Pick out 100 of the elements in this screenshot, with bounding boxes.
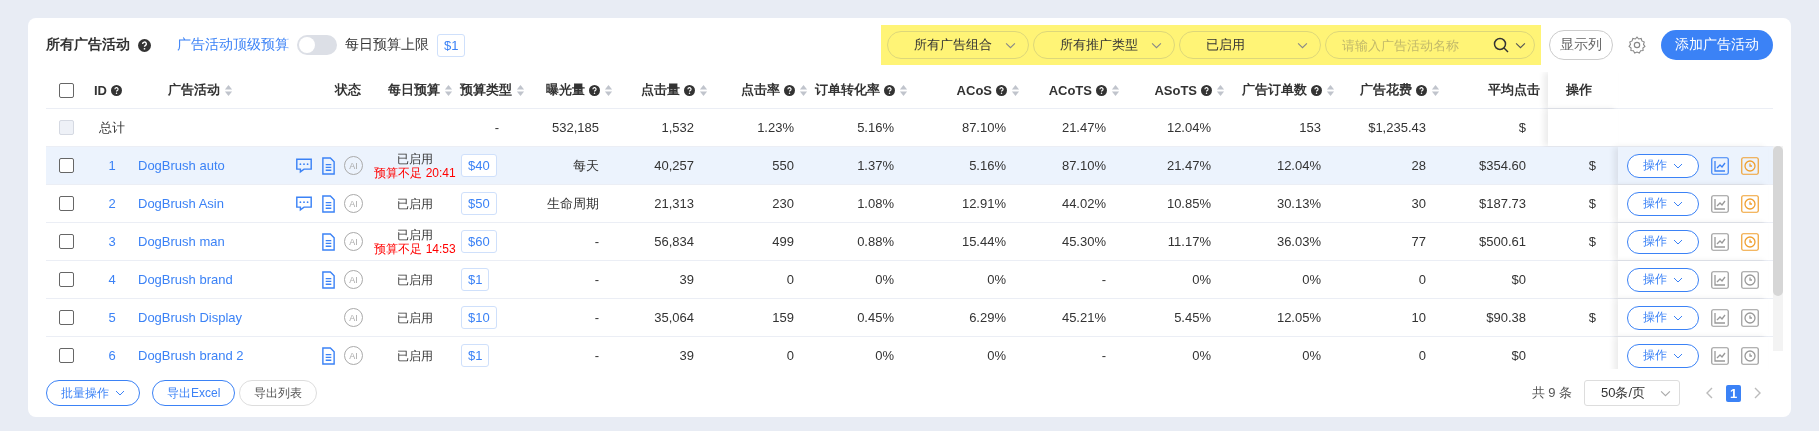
campaign-link[interactable]: DogBrush Asin xyxy=(138,196,224,211)
document-icon[interactable] xyxy=(321,346,336,365)
column-header[interactable]: 每日预算 xyxy=(388,81,453,99)
clock-icon[interactable] xyxy=(1741,308,1759,327)
table-cell: 153 xyxy=(1299,120,1321,135)
column-header[interactable]: 广告花费 xyxy=(1360,81,1440,99)
help-icon xyxy=(784,84,795,96)
campaign-link[interactable]: DogBrush brand xyxy=(138,272,233,287)
table-cell: - xyxy=(594,310,599,325)
budget-value[interactable]: $1 xyxy=(461,268,490,291)
clock-icon[interactable] xyxy=(1741,194,1759,213)
checkbox[interactable] xyxy=(58,82,74,98)
checkbox[interactable] xyxy=(58,272,74,287)
checkbox[interactable] xyxy=(58,348,74,363)
column-header[interactable]: ACoTS xyxy=(1048,82,1120,98)
column-header[interactable]: 广告活动 xyxy=(167,81,233,99)
chat-icon[interactable] xyxy=(295,157,313,174)
document-icon[interactable] xyxy=(321,194,336,213)
campaign-link[interactable]: DogBrush man xyxy=(138,234,225,249)
actions-dropdown[interactable]: 操作 xyxy=(1627,267,1699,292)
help-icon xyxy=(1096,84,1107,96)
line-chart-icon[interactable] xyxy=(1711,346,1729,365)
document-icon[interactable] xyxy=(321,156,336,175)
table-cell: 21.47% xyxy=(1061,120,1106,135)
budget-value[interactable]: $1 xyxy=(461,344,490,367)
help-icon xyxy=(111,84,122,96)
table-cell: 45.21% xyxy=(1061,310,1106,325)
status-text: 已启用 xyxy=(397,348,433,363)
export-excel-button[interactable]: 导出Excel xyxy=(152,380,236,406)
sort-icon xyxy=(899,83,908,97)
column-header[interactable]: ID xyxy=(94,82,122,98)
document-icon[interactable] xyxy=(321,270,336,289)
top-budget-link[interactable]: 广告活动顶级预算 xyxy=(177,36,289,54)
batch-actions-button[interactable]: 批量操作 xyxy=(46,380,140,406)
vertical-scrollbar[interactable] xyxy=(1773,146,1783,296)
clock-icon[interactable] xyxy=(1741,346,1759,365)
line-chart-icon[interactable] xyxy=(1711,270,1729,289)
table-cell: 生命周期 xyxy=(547,194,599,213)
budget-value[interactable]: $60 xyxy=(461,230,497,253)
campaign-link[interactable]: DogBrush Display xyxy=(138,310,243,325)
column-header[interactable]: ASoTS xyxy=(1154,82,1225,98)
status-text: 已启用 xyxy=(397,227,433,242)
budget-value[interactable]: $40 xyxy=(461,154,497,177)
table-cell: 0% xyxy=(1192,272,1211,287)
chevron-icon xyxy=(1660,389,1671,397)
next-page-icon[interactable] xyxy=(1753,387,1761,399)
help-icon xyxy=(1201,84,1212,96)
status-text: 已启用 xyxy=(397,272,433,287)
table-cell: $0 xyxy=(1511,348,1526,363)
line-chart-icon[interactable] xyxy=(1711,308,1729,327)
budget-value[interactable]: $50 xyxy=(461,192,497,215)
column-header[interactable]: 曝光量 xyxy=(546,81,613,99)
campaign-link[interactable]: DogBrush brand 2 xyxy=(138,348,244,363)
line-chart-icon[interactable] xyxy=(1711,232,1729,251)
table-cell: 12.91% xyxy=(961,196,1006,211)
document-icon[interactable] xyxy=(321,232,336,251)
page-size-select[interactable]: 50条/页 xyxy=(1584,380,1680,406)
column-header[interactable]: 状态 xyxy=(335,81,361,99)
checkbox[interactable] xyxy=(58,196,74,211)
daily-cap-value[interactable]: $1 xyxy=(437,33,466,57)
checkbox[interactable] xyxy=(58,310,74,325)
clock-icon[interactable] xyxy=(1741,232,1759,251)
previous-page-icon[interactable] xyxy=(1706,387,1714,399)
actions-dropdown[interactable]: 操作 xyxy=(1627,305,1699,330)
table-cell: - xyxy=(494,120,500,135)
budget-value[interactable]: $10 xyxy=(461,306,497,329)
page-number[interactable]: 1 xyxy=(1726,384,1741,402)
table-cell: $ xyxy=(1588,234,1596,249)
sort-icon xyxy=(1326,83,1335,97)
show-columns-button[interactable]: 显示列 xyxy=(1549,30,1613,60)
table-cell: 10.85% xyxy=(1166,196,1211,211)
table-cell: 5.16% xyxy=(857,120,894,135)
actions-dropdown[interactable]: 操作 xyxy=(1627,153,1699,178)
chat-icon[interactable] xyxy=(295,195,313,212)
checkbox[interactable] xyxy=(58,234,74,249)
column-header[interactable]: 预算类型 xyxy=(460,81,525,99)
column-header[interactable]: ACoS xyxy=(956,82,1020,98)
column-header[interactable]: 点击量 xyxy=(641,81,708,99)
column-header[interactable]: 平均点击 xyxy=(1488,81,1540,99)
column-header[interactable]: 订单转化率 xyxy=(815,81,908,99)
actions-dropdown[interactable]: 操作 xyxy=(1627,229,1699,254)
line-chart-icon[interactable] xyxy=(1711,156,1729,175)
add-campaign-button[interactable]: 添加广告活动 xyxy=(1661,30,1773,60)
table-cell: 11.17% xyxy=(1167,234,1211,249)
checkbox[interactable] xyxy=(58,158,74,173)
actions-dropdown[interactable]: 操作 xyxy=(1627,191,1699,216)
column-header[interactable]: 广告订单数 xyxy=(1242,81,1335,99)
clock-icon[interactable] xyxy=(1741,270,1759,289)
table-cell: $500.61 xyxy=(1479,234,1526,249)
column-header[interactable]: 点击率 xyxy=(741,81,808,99)
export-list-button[interactable]: 导出列表 xyxy=(239,380,318,406)
line-chart-icon[interactable] xyxy=(1711,194,1729,213)
campaign-link[interactable]: DogBrush auto xyxy=(138,158,225,173)
actions-dropdown[interactable]: 操作 xyxy=(1627,343,1699,368)
table-cell: 12.05% xyxy=(1276,310,1321,325)
table-cell: 15.44% xyxy=(961,234,1006,249)
clock-icon[interactable] xyxy=(1741,156,1759,175)
toggle-switch[interactable] xyxy=(297,35,337,55)
help-icon xyxy=(684,84,695,96)
settings-icon[interactable] xyxy=(1627,35,1647,55)
